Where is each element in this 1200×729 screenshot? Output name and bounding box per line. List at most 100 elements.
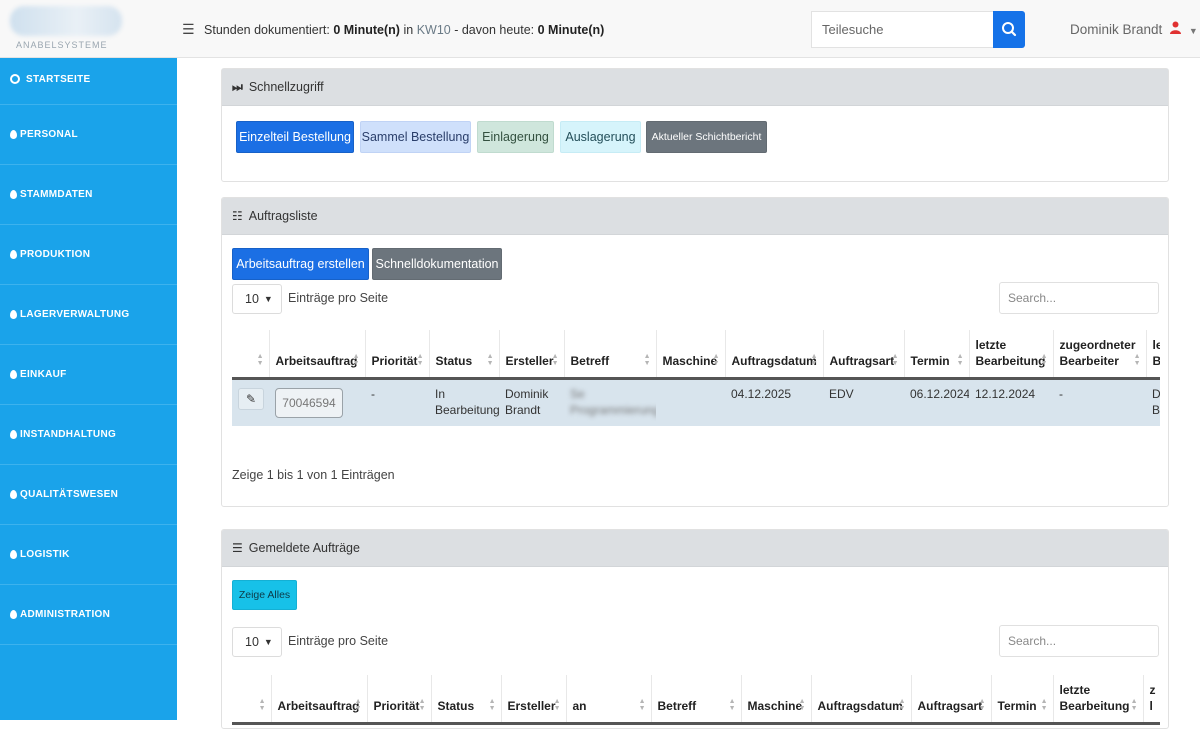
order-list-card: ☷ Auftragsliste Arbeitsauftrag erstellen… (221, 197, 1169, 507)
column-header-order-type[interactable]: Auftragsart ▲ ▼ (910, 675, 991, 725)
page-length-select[interactable]: 10 ▼ (232, 627, 282, 657)
sidebar-item-instandhaltung[interactable]: INSTANDHALTUNG (0, 405, 177, 465)
sidebar-item-qualitaetswesen[interactable]: QUALITÄTSWESEN (0, 465, 177, 525)
top-bar: ANABELSYSTEME ☰ Stunden dokumentiert: 0 … (0, 0, 1200, 58)
order-list-title: Auftragsliste (248, 209, 318, 223)
hours-summary: ☰ Stunden dokumentiert: 0 Minute(n) in K… (182, 21, 604, 38)
quick-access-title: Schnellzugriff (248, 80, 324, 94)
sidebar-item-label: QUALITÄTSWESEN (20, 489, 119, 500)
fast-forward-icon: ⏭ (232, 79, 243, 94)
sidebar-item-produktion[interactable]: PRODUKTION (0, 225, 177, 285)
sort-icon: ▲ ▼ (810, 352, 818, 367)
reported-orders-card: ☰ Gemeldete Aufträge Zeige Alles 10 ▼ Ein… (221, 529, 1169, 729)
menu-toggle-icon[interactable]: ☰ (182, 21, 195, 38)
column-header-machine[interactable]: Maschine ▲ ▼ (740, 675, 811, 725)
edit-icon[interactable]: ✎ (238, 387, 264, 410)
column-header-subject[interactable]: Betreff ▲ ▼ (563, 330, 656, 380)
sidebar-item-personal[interactable]: PERSONAL (0, 105, 177, 165)
column-header-subject[interactable]: Betreff ▲ ▼ (650, 675, 741, 725)
sidebar-item-label: INSTANDHALTUNG (20, 429, 117, 440)
logo-graphic (10, 6, 122, 36)
logo-text: ANABELSYSTEME (16, 40, 108, 50)
column-header-creator[interactable]: Ersteller ▲ ▼ (500, 675, 566, 725)
table-header-row: ▲ ▼ Arbeitsauftrag ▲ ▼ Priorität ▲ ▼ Status ▲ ▼… (232, 330, 1160, 380)
sidebar-item-logistik[interactable]: LOGISTIK (0, 525, 177, 585)
today-value: 0 Minute(n) (537, 23, 605, 37)
sort-icon: ▲ ▼ (978, 697, 986, 712)
sort-icon: ▲ ▼ (1040, 697, 1048, 712)
bulk-order-button[interactable]: Sammel Bestellung (360, 121, 471, 153)
reported-orders-search-input[interactable]: Search... (999, 625, 1159, 657)
order-list-header: ☷ Auftragsliste (222, 198, 1168, 235)
column-header-last-edit[interactable]: letzte Bearbeitung ▲ ▼ (1052, 675, 1143, 725)
column-header-machine[interactable]: Maschine ▲ ▼ (655, 330, 725, 380)
column-header-creator[interactable]: Ersteller ▲ ▼ (498, 330, 564, 380)
column-header-truncated[interactable]: le B (1145, 330, 1160, 380)
sort-icon: ▲ ▼ (898, 697, 906, 712)
table-row[interactable]: ✎ 70046594 - In Bearbeitung Dominik Brandt… (232, 378, 1160, 426)
order-number-button[interactable]: 70046594 (275, 387, 343, 418)
column-header-priority[interactable]: Priorität ▲ ▼ (364, 330, 429, 380)
machine-cell (656, 378, 725, 426)
quick-documentation-button[interactable]: Schnelldokumentation (372, 248, 502, 280)
subject-cell: Se Programmierung (564, 378, 656, 426)
column-header-actions[interactable]: ▲ ▼ (232, 330, 269, 380)
column-header-priority[interactable]: Priorität ▲ ▼ (366, 675, 431, 725)
storage-in-button[interactable]: Einlagerung (477, 121, 554, 153)
column-header-order[interactable]: Arbeitsauftrag ▲ ▼ (268, 330, 365, 380)
sidebar-item-startseite[interactable]: STARTSEITE (0, 58, 177, 105)
page-length-select[interactable]: 10 ▼ (232, 284, 282, 314)
sidebar-item-lagerverwaltung[interactable]: LAGERVERWALTUNG (0, 285, 177, 345)
user-menu[interactable]: Dominik Brandt ▼ (1070, 21, 1198, 37)
sidebar: STARTSEITE PERSONAL STAMMDATEN PRODUKTIO… (0, 58, 177, 720)
page-length-label: Einträge pro Seite (288, 634, 389, 648)
column-header-order-type[interactable]: Auftragsart ▲ ▼ (822, 330, 904, 380)
column-header-due-date[interactable]: Termin ▲ ▼ (903, 330, 969, 380)
order-list-search-input[interactable]: Search... (999, 282, 1159, 314)
column-header-last-edit[interactable]: letzte Bearbeitung ▲ ▼ (968, 330, 1053, 380)
column-header-actions[interactable]: ▲ ▼ (232, 675, 271, 725)
sort-icon: ▲ ▼ (258, 697, 266, 712)
reported-orders-title: Gemeldete Aufträge (248, 541, 360, 555)
sidebar-item-label: ADMINISTRATION (20, 609, 111, 620)
create-work-order-button[interactable]: Arbeitsauftrag erstellen (232, 248, 369, 280)
show-all-button[interactable]: Zeige Alles (232, 580, 297, 610)
column-header-status[interactable]: Status ▲ ▼ (428, 330, 499, 380)
quick-access-header: ⏭ Schnellzugriff (222, 69, 1168, 106)
sidebar-item-label: EINKAUF (20, 369, 67, 380)
company-logo[interactable]: ANABELSYSTEME (10, 4, 122, 50)
sort-icon: ▲ ▼ (1133, 352, 1141, 367)
main-content: ⏭ Schnellzugriff Einzelteil Bestellung S… (177, 58, 1200, 729)
column-header-due-date[interactable]: Termin ▲ ▼ (990, 675, 1053, 725)
sort-icon: ▲ ▼ (551, 352, 559, 367)
sidebar-item-stammdaten[interactable]: STAMMDATEN (0, 165, 177, 225)
column-header-status[interactable]: Status ▲ ▼ (430, 675, 501, 725)
sidebar-item-label: STARTSEITE (26, 74, 91, 85)
sidebar-item-einkauf[interactable]: EINKAUF (0, 345, 177, 405)
table-header-row: ▲ ▼ Arbeitsauftrag ▲ ▼ Priorität ▲ ▼ Status ▲ ▼… (232, 675, 1160, 725)
column-header-assignee[interactable]: zugeordneter Bearbeiter ▲ ▼ (1052, 330, 1146, 380)
truncated-cell: DB (1146, 378, 1160, 426)
map-pin-icon (10, 370, 17, 379)
sort-icon: ▲ ▼ (891, 352, 899, 367)
sort-icon: ▲ ▼ (798, 697, 806, 712)
part-search-input[interactable] (811, 11, 993, 48)
reported-orders-table: ▲ ▼ Arbeitsauftrag ▲ ▼ Priorität ▲ ▼ Status ▲ ▼… (232, 675, 1160, 725)
last-edit-cell: 12.12.2024 (969, 378, 1053, 426)
map-pin-icon (10, 130, 17, 139)
user-icon (1170, 21, 1185, 37)
sidebar-item-administration[interactable]: ADMINISTRATION (0, 585, 177, 645)
column-header-truncated[interactable]: z l (1142, 675, 1160, 725)
column-header-order-date[interactable]: Auftragsdatum ▲ ▼ (810, 675, 911, 725)
column-header-order-date[interactable]: Auftragsdatum ▲ ▼ (724, 330, 823, 380)
quick-access-card: ⏭ Schnellzugriff Einzelteil Bestellung S… (221, 68, 1169, 182)
column-header-recipient[interactable]: an ▲ ▼ (565, 675, 651, 725)
column-header-order[interactable]: Arbeitsauftrag ▲ ▼ (270, 675, 367, 725)
priority-cell: - (365, 378, 429, 426)
sidebar-item-label: PRODUKTION (20, 249, 91, 260)
map-pin-icon (10, 310, 17, 319)
part-search-button[interactable] (993, 11, 1025, 48)
storage-out-button[interactable]: Auslagerung (560, 121, 641, 153)
single-part-order-button[interactable]: Einzelteil Bestellung (236, 121, 354, 153)
shift-report-button[interactable]: Aktueller Schichtbericht (646, 121, 767, 153)
